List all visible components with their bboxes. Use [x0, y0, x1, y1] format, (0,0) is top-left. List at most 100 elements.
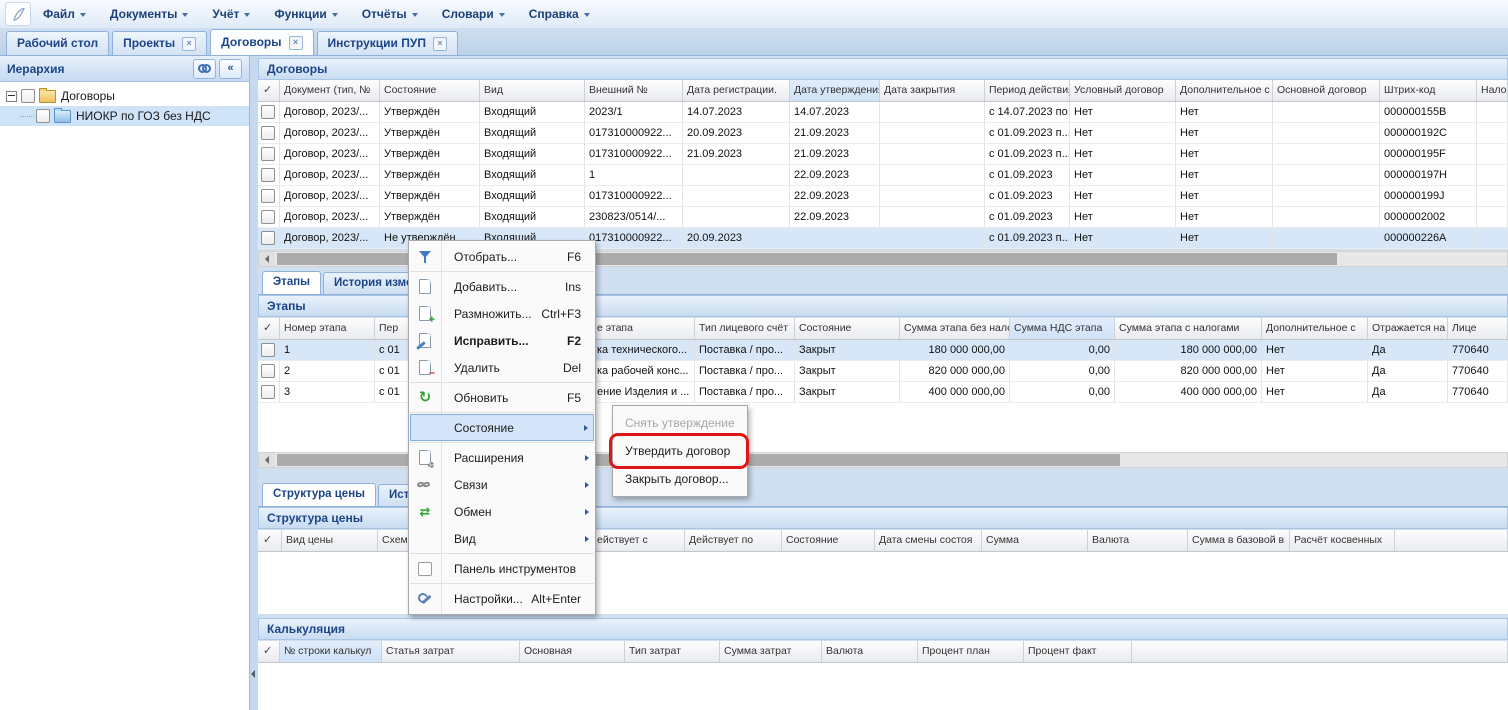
subtab-active[interactable]: Структура цены [262, 483, 376, 506]
menu-item[interactable]: Обмен [409, 498, 595, 525]
row-checkbox[interactable] [261, 231, 275, 245]
column-header[interactable]: Состояние [380, 80, 480, 101]
tree-node[interactable]: Договоры [0, 86, 249, 106]
column-header[interactable]: Штрих-код [1380, 80, 1477, 101]
menu-item[interactable]: Настройки...Alt+Enter [409, 585, 595, 612]
scroll-left-arrow[interactable] [259, 252, 275, 266]
row-checkbox[interactable] [261, 189, 275, 203]
column-header[interactable]: Период действия.. [985, 80, 1070, 101]
column-header-check[interactable]: ✓ [258, 530, 282, 551]
column-header-check[interactable]: ✓ [258, 80, 280, 101]
column-header[interactable]: № строки калькул [280, 641, 382, 662]
menu-item[interactable]: УдалитьDel [409, 354, 595, 381]
column-header[interactable]: Дата смены состоя [875, 530, 982, 551]
column-header[interactable]: Дополнительное с [1176, 80, 1273, 101]
menubar-item[interactable]: Справка [517, 0, 602, 28]
column-header[interactable]: Тип лицевого счёт [695, 318, 795, 339]
column-header[interactable] [1395, 530, 1508, 551]
menu-item[interactable]: Вид [409, 525, 595, 552]
column-header[interactable]: Отражается на сум [1368, 318, 1448, 339]
column-header[interactable]: Дата закрытия [880, 80, 985, 101]
column-header[interactable]: Основная [520, 641, 625, 662]
row-checkbox[interactable] [261, 147, 275, 161]
tab-close-icon[interactable]: × [182, 37, 196, 51]
menu-item[interactable]: ОбновитьF5 [409, 384, 595, 411]
tab-active[interactable]: Договоры× [210, 29, 313, 55]
row-checkbox[interactable] [261, 105, 275, 119]
tree-expander-icon[interactable] [6, 91, 17, 102]
column-header[interactable] [1132, 641, 1508, 662]
tab-item[interactable]: Проекты× [112, 31, 207, 55]
column-header[interactable]: Процент факт [1024, 641, 1132, 662]
column-header[interactable]: Условный договор [1070, 80, 1176, 101]
collapse-panel-button[interactable]: « [219, 59, 242, 79]
menubar-item[interactable]: Учёт [200, 0, 262, 28]
column-header[interactable]: Статья затрат [382, 641, 520, 662]
column-header[interactable]: Сумма НДС этапа [1010, 318, 1115, 339]
column-header[interactable]: Дата регистрации. [683, 80, 790, 101]
column-header[interactable]: Процент план [918, 641, 1024, 662]
row-checkbox[interactable] [261, 343, 275, 357]
column-header[interactable]: Дата утверждения [790, 80, 880, 101]
menubar-item[interactable]: Файл [31, 0, 98, 28]
column-header[interactable]: Внешний № [585, 80, 683, 101]
menu-item[interactable]: Состояние [410, 414, 594, 441]
column-header[interactable]: Вид цены [282, 530, 378, 551]
column-header[interactable]: Тип затрат [625, 641, 720, 662]
submenu-item[interactable]: Утвердить договор [613, 437, 747, 465]
menu-item[interactable]: Отобрать...F6 [409, 243, 595, 270]
tab-item[interactable]: Инструкции ПУП× [317, 31, 458, 55]
row-checkbox[interactable] [261, 364, 275, 378]
table-row[interactable]: Договор, 2023/...УтверждёнВходящий017310… [258, 186, 1508, 207]
row-checkbox[interactable] [261, 168, 275, 182]
tree-checkbox[interactable] [36, 109, 50, 123]
menu-item[interactable]: Панель инструментов [409, 555, 595, 582]
tab-close-icon[interactable]: × [433, 37, 447, 51]
scroll-left-arrow[interactable] [259, 453, 275, 467]
column-header[interactable]: Документ (тип, № [280, 80, 380, 101]
row-checkbox[interactable] [261, 385, 275, 399]
column-header[interactable]: Сумма [982, 530, 1088, 551]
tree-checkbox[interactable] [21, 89, 35, 103]
table-row[interactable]: Договор, 2023/...УтверждёнВходящий017310… [258, 123, 1508, 144]
submenu-item[interactable]: Закрыть договор... [613, 465, 747, 493]
column-header[interactable]: Основной договор [1273, 80, 1380, 101]
column-header[interactable]: Расчёт косвенных [1290, 530, 1395, 551]
menubar-item[interactable]: Отчёты [350, 0, 430, 28]
column-header-check[interactable]: ✓ [258, 318, 280, 339]
row-checkbox[interactable] [261, 126, 275, 140]
column-header[interactable]: Сумма затрат [720, 641, 822, 662]
menu-item[interactable]: Связи [409, 471, 595, 498]
menu-item[interactable]: Расширения [409, 444, 595, 471]
column-header[interactable]: Налог [1477, 80, 1508, 101]
search-button[interactable] [193, 59, 216, 79]
panel-splitter[interactable] [250, 56, 258, 710]
subtab-active[interactable]: Этапы [262, 271, 321, 294]
table-row[interactable]: Договор, 2023/...УтверждёнВходящий122.09… [258, 165, 1508, 186]
column-header[interactable]: Сумма этапа без налогов [900, 318, 1010, 339]
tab-close-icon[interactable]: × [289, 36, 303, 50]
row-checkbox[interactable] [261, 210, 275, 224]
column-header[interactable]: Состояние [782, 530, 875, 551]
column-header[interactable]: Сумма этапа с налогами [1115, 318, 1262, 339]
column-header[interactable]: Сумма в базовой в [1188, 530, 1290, 551]
table-row[interactable]: Договор, 2023/...УтверждёнВходящий017310… [258, 144, 1508, 165]
tab-item[interactable]: Рабочий стол [6, 31, 109, 55]
column-header-check[interactable]: ✓ [258, 641, 280, 662]
menu-item[interactable]: Добавить...Ins [409, 273, 595, 300]
column-header[interactable]: Дополнительное с [1262, 318, 1368, 339]
table-row[interactable]: Договор, 2023/...УтверждёнВходящий230823… [258, 207, 1508, 228]
menu-item[interactable]: Исправить...F2 [409, 327, 595, 354]
tree-node[interactable]: НИОКР по ГОЗ без НДС [0, 106, 249, 126]
menu-item[interactable]: Размножить...Ctrl+F3 [409, 300, 595, 327]
table-row[interactable]: Договор, 2023/...УтверждёнВходящий2023/1… [258, 102, 1508, 123]
column-header[interactable]: Действует по [685, 530, 782, 551]
menubar-item[interactable]: Словари [430, 0, 517, 28]
column-header[interactable]: Состояние [795, 318, 900, 339]
column-header[interactable]: Валюта [822, 641, 918, 662]
column-header[interactable]: Номер этапа [280, 318, 375, 339]
column-header[interactable]: Валюта [1088, 530, 1188, 551]
column-header[interactable]: Лице [1448, 318, 1508, 339]
column-header[interactable]: Вид [480, 80, 585, 101]
menubar-item[interactable]: Функции [262, 0, 349, 28]
